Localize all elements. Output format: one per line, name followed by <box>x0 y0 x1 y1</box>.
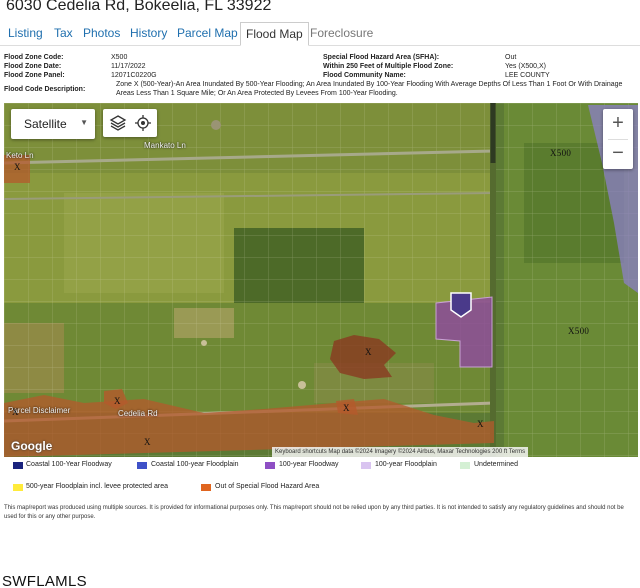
zoom-in-button[interactable]: + <box>603 109 633 139</box>
map-attribution[interactable]: Keyboard shortcuts Map data ©2024 Imager… <box>272 447 529 457</box>
legend-swatch <box>460 462 470 469</box>
legend-label: 100-year Floodplain <box>375 461 437 468</box>
tab-bar: Listing Tax Photos History Parcel Map Fl… <box>0 22 640 46</box>
legend-label: Coastal 100-Year Floodway <box>26 461 112 468</box>
legend-swatch <box>13 484 23 491</box>
zone-label-x: X <box>144 437 151 447</box>
legend-swatch <box>137 462 147 469</box>
satellite-imagery <box>4 103 638 457</box>
legend-swatch <box>265 462 275 469</box>
zone-label-x: X <box>477 419 484 429</box>
tab-listing[interactable]: Listing <box>8 26 43 40</box>
property-address: 6030 Cedelia Rd, Bokeelia, FL 33922 <box>6 0 272 14</box>
community-label: Flood Community Name: <box>323 72 406 79</box>
tab-photos[interactable]: Photos <box>83 26 120 40</box>
flood-map[interactable]: Satellite ▼ + − Mankato Ln Keto Ln Cedel… <box>4 103 638 457</box>
tab-flood-map[interactable]: Flood Map <box>240 22 309 46</box>
sfha-value: Out <box>505 54 517 61</box>
flood-zone-code-value: X500 <box>111 54 128 61</box>
zoom-control: + − <box>603 109 633 169</box>
locate-icon[interactable] <box>133 113 153 133</box>
flood-zone-panel-label: Flood Zone Panel: <box>4 72 65 79</box>
zone-label-x: X <box>343 403 350 413</box>
tab-history[interactable]: History <box>130 26 167 40</box>
flood-code-description-label: Flood Code Description: <box>4 86 86 93</box>
legend-swatch <box>201 484 211 491</box>
legend-label: Undetermined <box>474 461 518 468</box>
flood-zone-date-label: Flood Zone Date: <box>4 63 62 70</box>
flood-zone-code-label: Flood Zone Code: <box>4 54 64 61</box>
legend-label: Coastal 100-year Floodplain <box>151 461 239 468</box>
tab-foreclosure[interactable]: Foreclosure <box>310 26 373 40</box>
within-250-value: Yes (X500,X) <box>505 63 546 70</box>
legend-swatch <box>13 462 23 469</box>
tab-tax[interactable]: Tax <box>54 26 73 40</box>
community-value: LEE COUNTY <box>505 72 550 79</box>
zoom-out-button[interactable]: − <box>603 139 633 169</box>
legend-label: 100-year Floodway <box>279 461 339 468</box>
zone-label-x: X <box>365 347 372 357</box>
street-label-cedelia: Cedelia Rd <box>118 409 158 418</box>
watermark-logo: SWFLAMLS <box>2 573 87 588</box>
map-tools <box>103 109 157 137</box>
street-label-mankato: Mankato Ln <box>144 141 186 150</box>
flood-zone-panel-value: 12071C0220G <box>111 72 157 79</box>
legend-label: 500-year Floodplain incl. levee protecte… <box>26 483 169 490</box>
street-label-keto: Keto Ln <box>6 151 34 160</box>
legend-label: Out of Special Flood Hazard Area <box>215 483 320 490</box>
within-250-label: Within 250 Feet of Multiple Flood Zone: <box>323 63 454 70</box>
zone-label-x500-right: X500 <box>568 326 590 336</box>
zone-label-x: X <box>114 396 121 406</box>
layers-icon[interactable] <box>108 113 128 133</box>
disclaimer-text: This map/report was produced using multi… <box>4 505 624 520</box>
tab-parcel-map[interactable]: Parcel Map <box>177 26 238 40</box>
legend-swatch <box>361 462 371 469</box>
zone-label-x: X <box>14 162 21 172</box>
map-type-selector[interactable]: Satellite ▼ <box>11 109 95 139</box>
google-logo: Google <box>11 439 53 453</box>
zone-label-x: X <box>12 407 19 417</box>
map-type-label: Satellite <box>24 117 67 131</box>
flood-zone-date-value: 11/17/2022 <box>111 63 146 70</box>
zone-label-x500-top: X500 <box>550 148 572 158</box>
sfha-label: Special Flood Hazard Area (SFHA): <box>323 54 440 61</box>
chevron-down-icon: ▼ <box>80 118 88 127</box>
flood-code-description-value: Zone X (500-Year)-An Area Inundated By 5… <box>116 81 623 97</box>
